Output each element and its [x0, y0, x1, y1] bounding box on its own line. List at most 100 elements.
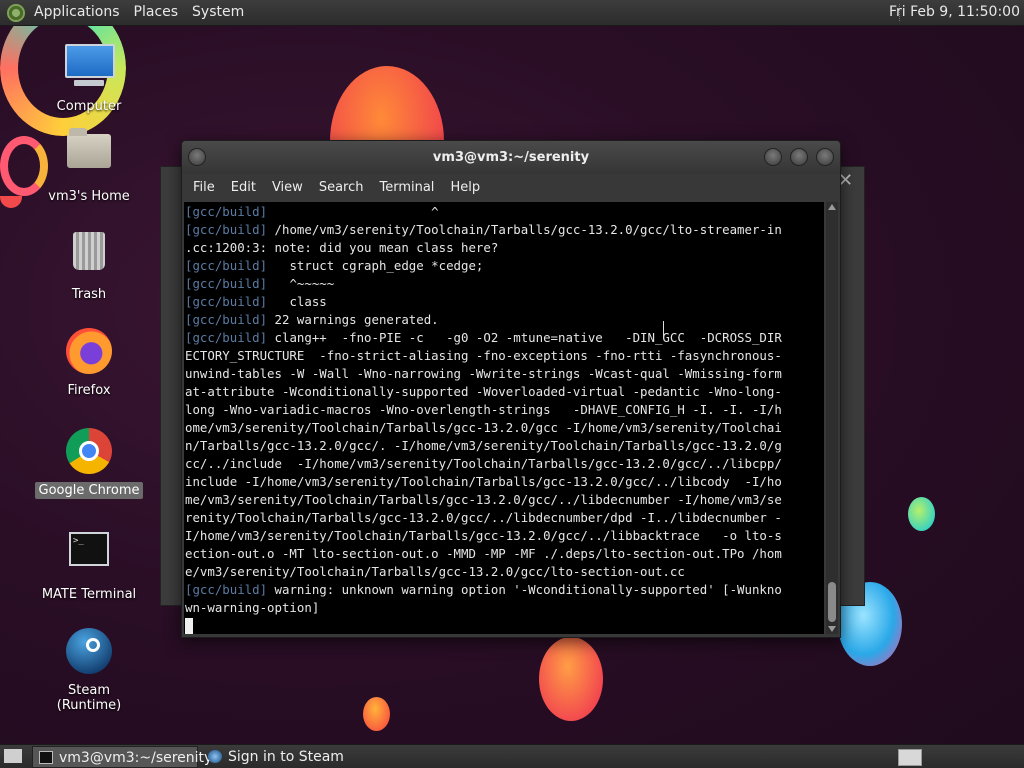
terminal-line-text: ^~~~~~ [267, 276, 335, 291]
terminal-line-text: cc/../include -I/home/vm3/serenity/Toolc… [185, 456, 782, 471]
desktop-icon-label: Steam (Runtime) [56, 683, 122, 713]
terminal-line: [gcc/build] ^ [185, 203, 824, 221]
clock[interactable]: Fri Feb 9, 11:50:00 [889, 0, 1020, 25]
terminal-line: ECTORY_STRUCTURE -fno-strict-aliasing -f… [185, 347, 824, 365]
terminal-line: me/vm3/serenity/Toolchain/Tarballs/gcc-1… [185, 491, 824, 509]
steam-icon [208, 750, 222, 763]
window-titlebar[interactable]: vm3@vm3:~/serenity [182, 141, 840, 174]
show-desktop-icon[interactable] [4, 749, 22, 763]
window-title: vm3@vm3:~/serenity [432, 150, 590, 165]
terminal-line-text: e/vm3/serenity/Toolchain/Tarballs/gcc-13… [185, 564, 685, 579]
desktop-icon-label: Trash [71, 287, 107, 302]
home-folder-icon [65, 128, 113, 182]
menu-terminal[interactable]: Terminal [371, 174, 442, 201]
menu-file[interactable]: File [182, 174, 223, 201]
terminal-line-text: clang++ -fno-PIE -c -g0 -O2 -mtune=nativ… [267, 330, 782, 345]
terminal-line-text: renity/Toolchain/Tarballs/gcc-13.2.0/gcc… [185, 510, 782, 525]
terminal-line-prefix: [gcc/build] [185, 276, 268, 291]
terminal-icon [39, 751, 53, 764]
terminal-line-prefix: [gcc/build] [185, 294, 268, 309]
menu-help[interactable]: Help [442, 174, 488, 201]
text-cursor [185, 618, 193, 634]
wallpaper-small-orange-bubble [363, 697, 390, 731]
menu-edit[interactable]: Edit [223, 174, 264, 201]
close-button[interactable] [816, 148, 834, 166]
terminal-line: [gcc/build] 22 warnings generated. [185, 311, 824, 329]
desktop-icon-firefox[interactable]: Firefox [34, 328, 144, 399]
desktop-icon-terminal[interactable]: >_ MATE Terminal [34, 528, 144, 603]
scroll-up-arrow-icon[interactable] [828, 204, 836, 210]
terminal-line-prefix: [gcc/build] [185, 258, 268, 273]
menu-search[interactable]: Search [311, 174, 372, 201]
taskbar-item-steam[interactable]: Sign in to Steam [202, 746, 408, 768]
terminal-line: n/Tarballs/gcc-13.2.0/gcc/. -I/home/vm3/… [185, 437, 824, 455]
window-menu-button[interactable] [188, 148, 206, 166]
terminal-line-text: wn-warning-option] [185, 600, 320, 615]
terminal-line: include -I/home/vm3/serenity/Toolchain/T… [185, 473, 824, 491]
terminal-line: [gcc/build] /home/vm3/serenity/Toolchain… [185, 221, 824, 239]
terminal-line-text: ome/vm3/serenity/Toolchain/Tarballs/gcc-… [185, 420, 782, 435]
terminal-text: [gcc/build] ^ [gcc/build] /home/vm3/seren… [184, 202, 824, 634]
terminal-line: long -Wno-variadic-macros -Wno-overlengt… [185, 401, 824, 419]
terminal-line-prefix: [gcc/build] [185, 582, 268, 597]
minimize-button[interactable] [764, 148, 782, 166]
firefox-icon [65, 328, 113, 376]
terminal-line-prefix: [gcc/build] [185, 222, 268, 237]
maximize-button[interactable] [790, 148, 808, 166]
terminal-prompt-line [185, 617, 824, 634]
terminal-line-text: at-attribute -Wconditionally-supported -… [185, 384, 782, 399]
taskbar-item-terminal[interactable]: vm3@vm3:~/serenity [32, 746, 212, 768]
terminal-line: [gcc/build] clang++ -fno-PIE -c -g0 -O2 … [185, 329, 824, 347]
terminal-line-text: include -I/home/vm3/serenity/Toolchain/T… [185, 474, 782, 489]
terminal-line: [gcc/build] ^~~~~~ [185, 275, 824, 293]
mate-logo-icon[interactable] [7, 3, 25, 22]
desktop: Applications Places System Fri Feb 9, 11… [0, 0, 1024, 768]
scrollbar-thumb[interactable] [828, 582, 836, 622]
desktop-icon-label: vm3's Home [48, 189, 130, 204]
terminal-line-prefix: [gcc/build] [185, 312, 268, 327]
menu-view[interactable]: View [264, 174, 311, 201]
terminal-window[interactable]: vm3@vm3:~/serenity File Edit View Search… [181, 140, 841, 638]
taskbar-item-label: Sign in to Steam [228, 749, 344, 765]
terminal-line-text: .cc:1200:3: note: did you mean class her… [185, 240, 499, 255]
terminal-line: [gcc/build] warning: unknown warning opt… [185, 581, 824, 599]
menu-system[interactable]: System [185, 0, 251, 25]
desktop-icon-computer[interactable]: Computer [34, 44, 144, 115]
top-panel: Applications Places System Fri Feb 9, 11… [0, 0, 1024, 26]
desktop-icon-steam[interactable]: Steam (Runtime) [34, 628, 144, 714]
scrollbar[interactable] [826, 202, 838, 634]
desktop-icon-chrome[interactable]: Google Chrome [34, 428, 144, 499]
desktop-icon-label: Computer [56, 99, 122, 114]
terminal-line-prefix: [gcc/build] [185, 204, 268, 219]
desktop-icon-label: Google Chrome [34, 482, 144, 499]
computer-icon [65, 44, 115, 92]
terminal-line-text: warning: unknown warning option '-Wcondi… [267, 582, 782, 597]
scroll-down-arrow-icon[interactable] [828, 626, 836, 632]
terminal-line-text: /home/vm3/serenity/Toolchain/Tarballs/gc… [267, 222, 782, 237]
wallpaper-small-red-shape [0, 196, 22, 208]
terminal-line-text: struct cgraph_edge *cedge; [267, 258, 484, 273]
desktop-icon-label: Firefox [67, 383, 111, 398]
menu-applications[interactable]: Applications [27, 0, 127, 25]
terminal-line-text: me/vm3/serenity/Toolchain/Tarballs/gcc-1… [185, 492, 782, 507]
terminal-output[interactable]: [gcc/build] ^ [gcc/build] /home/vm3/seren… [184, 202, 824, 634]
terminal-line: I/home/vm3/serenity/Toolchain/Tarballs/g… [185, 527, 824, 545]
workspace-switcher[interactable] [898, 749, 922, 766]
terminal-line-prefix: [gcc/build] [185, 330, 268, 345]
terminal-line-text: I/home/vm3/serenity/Toolchain/Tarballs/g… [185, 528, 782, 543]
terminal-line: [gcc/build] struct cgraph_edge *cedge; [185, 257, 824, 275]
terminal-line: wn-warning-option] [185, 599, 824, 617]
desktop-icon-home[interactable]: vm3's Home [34, 128, 144, 205]
terminal-line: ection-out.o -MT lto-section-out.o -MMD … [185, 545, 824, 563]
terminal-line: at-attribute -Wconditionally-supported -… [185, 383, 824, 401]
menu-places[interactable]: Places [127, 0, 186, 25]
terminal-line: cc/../include -I/home/vm3/serenity/Toolc… [185, 455, 824, 473]
terminal-line-text: unwind-tables -W -Wall -Wno-narrowing -W… [185, 366, 782, 381]
terminal-line: unwind-tables -W -Wall -Wno-narrowing -W… [185, 365, 824, 383]
terminal-line-text: class [267, 294, 327, 309]
wallpaper-green-bubble [908, 497, 935, 531]
terminal-line: .cc:1200:3: note: did you mean class her… [185, 239, 824, 257]
terminal-line: renity/Toolchain/Tarballs/gcc-13.2.0/gcc… [185, 509, 824, 527]
desktop-icon-trash[interactable]: Trash [34, 228, 144, 303]
terminal-line: [gcc/build] class [185, 293, 824, 311]
